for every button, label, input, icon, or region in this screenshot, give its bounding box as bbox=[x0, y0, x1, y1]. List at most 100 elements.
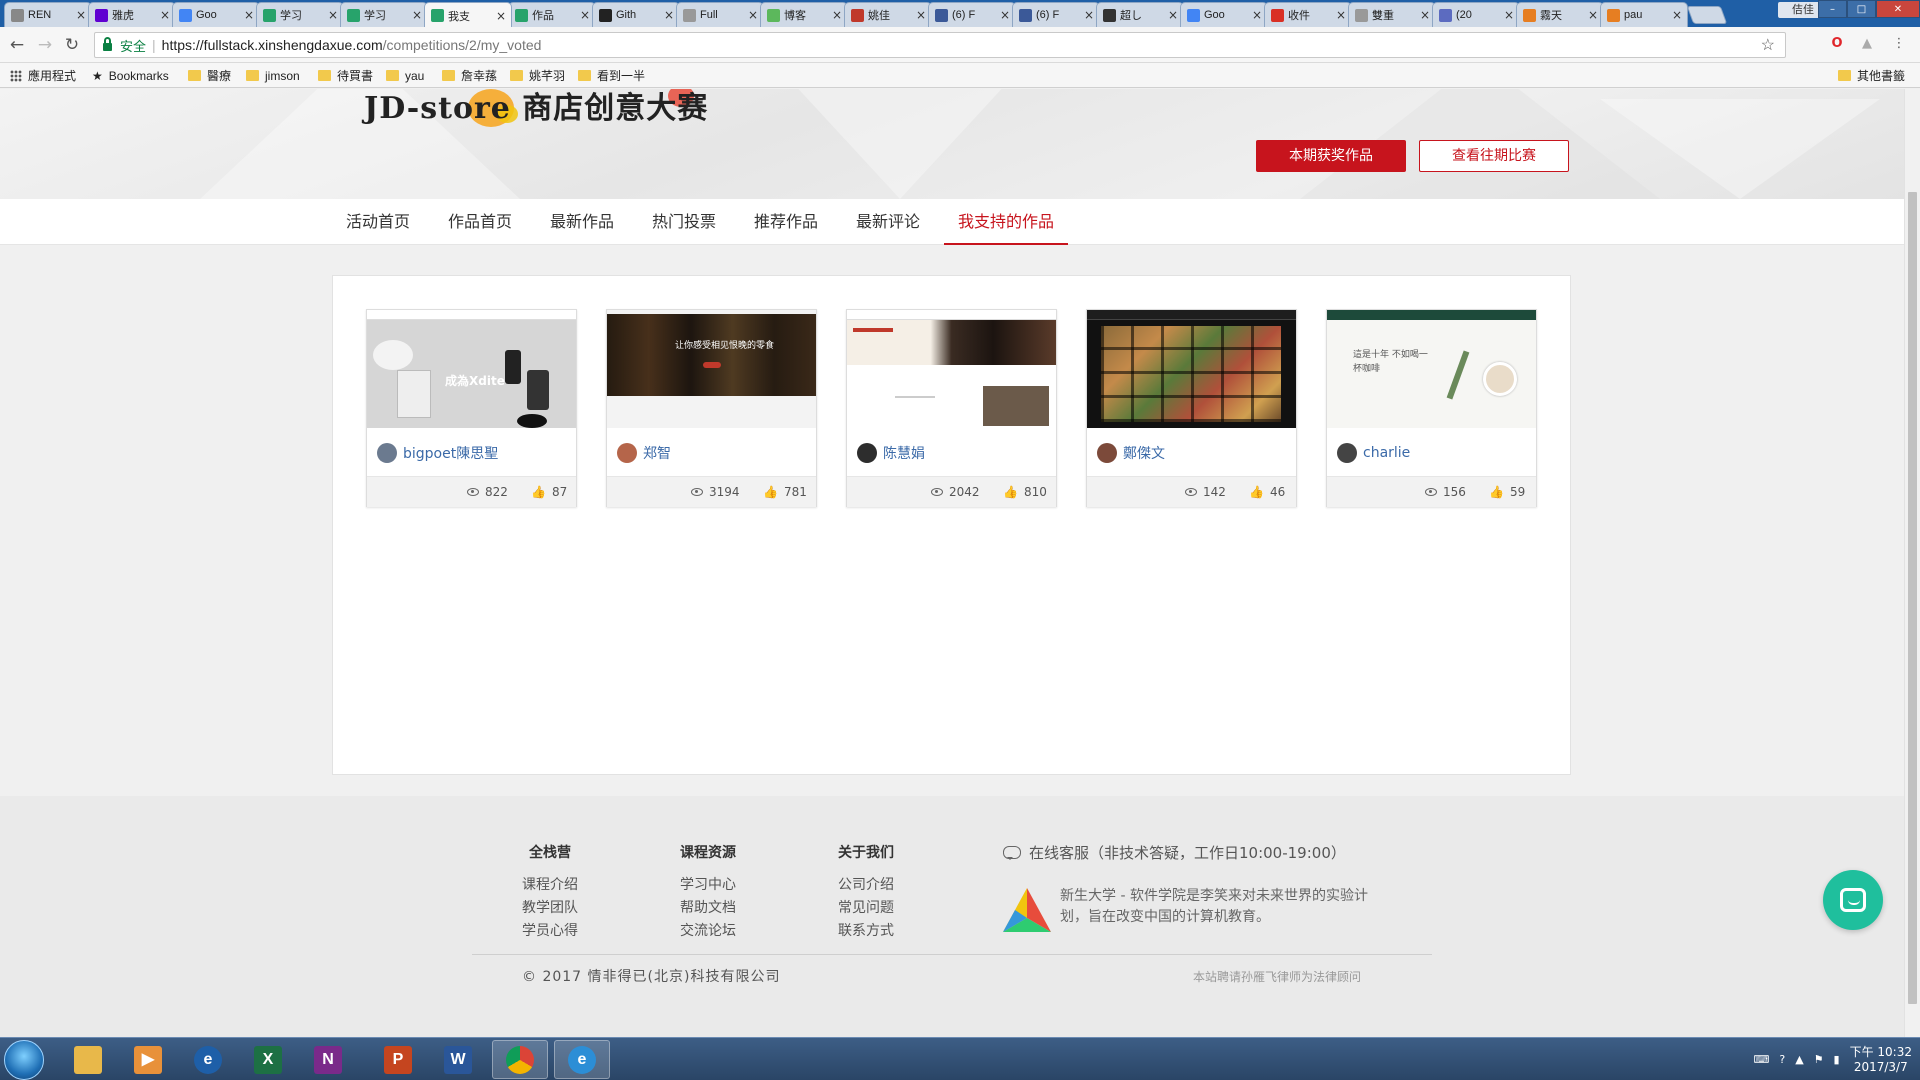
tab-latest-works[interactable]: 最新作品 bbox=[536, 199, 628, 245]
work-thumbnail[interactable]: 让你感受相见恨晚的零食 bbox=[607, 310, 816, 428]
work-thumbnail[interactable] bbox=[1087, 310, 1296, 428]
menu-icon[interactable]: ⋮ bbox=[1890, 35, 1908, 53]
extension-icon[interactable]: ▲ bbox=[1858, 35, 1876, 53]
tab-close-icon[interactable]: × bbox=[1503, 8, 1515, 22]
footer-link[interactable]: 常见问题 bbox=[806, 897, 926, 920]
bookmark-star-icon[interactable]: ☆ bbox=[1761, 35, 1775, 55]
browser-tab[interactable]: 霧天 × bbox=[1516, 2, 1604, 27]
tab-works-home[interactable]: 作品首页 bbox=[434, 199, 526, 245]
system-clock[interactable]: 下午 10:32 2017/3/7 bbox=[1850, 1045, 1912, 1075]
browser-tab[interactable]: 博客 × bbox=[760, 2, 848, 27]
work-thumbnail[interactable]: 這是十年 不如喝一杯咖啡 bbox=[1327, 310, 1536, 428]
tab-close-icon[interactable]: × bbox=[159, 8, 171, 22]
tab-close-icon[interactable]: × bbox=[1335, 8, 1347, 22]
tab-close-icon[interactable]: × bbox=[1251, 8, 1263, 22]
bookmark-folder-medical[interactable]: 醫療 bbox=[188, 67, 231, 84]
browser-tab[interactable]: 雙重 × bbox=[1348, 2, 1436, 27]
thumbs-up-icon[interactable]: 👍 bbox=[1489, 486, 1504, 498]
taskbar-powerpoint[interactable]: P bbox=[370, 1040, 426, 1079]
tab-close-icon[interactable]: × bbox=[999, 8, 1011, 22]
bookmark-folder-zhan[interactable]: 詹幸蓀 bbox=[442, 67, 497, 84]
bookmark-folder-yau[interactable]: yau bbox=[386, 67, 424, 84]
bookmark-folder-halfway[interactable]: 看到一半 bbox=[578, 67, 645, 84]
flag-icon[interactable]: ⚑ bbox=[1814, 1053, 1824, 1066]
tab-latest-comments[interactable]: 最新评论 bbox=[842, 199, 934, 245]
taskbar-word[interactable]: W bbox=[430, 1040, 486, 1079]
thumbs-up-icon[interactable]: 👍 bbox=[1249, 486, 1264, 498]
bookmark-other[interactable]: 其他書籤 bbox=[1838, 67, 1905, 84]
browser-tab[interactable]: pau × bbox=[1600, 2, 1688, 27]
browser-tab[interactable]: Goo × bbox=[172, 2, 260, 27]
browser-tab[interactable]: Gith × bbox=[592, 2, 680, 27]
browser-tab[interactable]: 学习 × bbox=[340, 2, 428, 27]
new-tab-button[interactable] bbox=[1686, 6, 1728, 24]
browser-tab[interactable]: 姚佳 × bbox=[844, 2, 932, 27]
bookmark-bookmarks[interactable]: ★ Bookmarks bbox=[92, 67, 169, 84]
browser-tab[interactable]: 超し × bbox=[1096, 2, 1184, 27]
online-service[interactable]: 在线客服（非技术答疑，工作日10:00-19:00） bbox=[1003, 842, 1346, 863]
award-works-button[interactable]: 本期获奖作品 bbox=[1256, 140, 1406, 172]
footer-link[interactable]: 公司介绍 bbox=[806, 874, 926, 897]
tab-close-icon[interactable]: × bbox=[579, 8, 591, 22]
browser-tab[interactable]: 学习 × bbox=[256, 2, 344, 27]
help-icon[interactable]: ? bbox=[1779, 1053, 1785, 1066]
tab-close-icon[interactable]: × bbox=[75, 8, 87, 22]
author-link[interactable]: 陈慧娟 bbox=[857, 443, 925, 463]
bookmark-apps[interactable]: 應用程式 bbox=[10, 67, 76, 84]
start-button[interactable] bbox=[4, 1040, 44, 1080]
work-thumbnail[interactable] bbox=[847, 310, 1056, 428]
keyboard-icon[interactable]: ⌨ bbox=[1753, 1053, 1769, 1066]
tab-close-icon[interactable]: × bbox=[1167, 8, 1179, 22]
browser-tab[interactable]: 雅虎 × bbox=[88, 2, 176, 27]
browser-tab[interactable]: 收件 × bbox=[1264, 2, 1352, 27]
tab-close-icon[interactable]: × bbox=[411, 8, 423, 22]
bookmark-folder-books[interactable]: 待買書 bbox=[318, 67, 373, 84]
browser-tab[interactable]: (20 × bbox=[1432, 2, 1520, 27]
footer-link[interactable]: 帮助文档 bbox=[648, 897, 768, 920]
tab-recommended[interactable]: 推荐作品 bbox=[740, 199, 832, 245]
work-card[interactable]: 這是十年 不如喝一杯咖啡 charlie 156 👍 59 bbox=[1326, 309, 1537, 507]
taskbar-edge[interactable]: e bbox=[180, 1040, 236, 1079]
tab-close-icon[interactable]: × bbox=[663, 8, 675, 22]
work-thumbnail[interactable]: 成為Xdite bbox=[367, 310, 576, 428]
thumbs-up-icon[interactable]: 👍 bbox=[531, 486, 546, 498]
footer-link[interactable]: 课程介绍 bbox=[490, 874, 610, 897]
author-link[interactable]: bigpoet陳思聖 bbox=[377, 443, 498, 463]
taskbar-chrome[interactable] bbox=[492, 1040, 548, 1079]
minimize-button[interactable]: – bbox=[1818, 0, 1847, 18]
opera-extension-icon[interactable]: O bbox=[1828, 35, 1846, 53]
work-card[interactable]: 鄭傑文 142 👍 46 bbox=[1086, 309, 1297, 507]
footer-link[interactable]: 学员心得 bbox=[490, 920, 610, 943]
work-card[interactable]: 陈慧娟 2042 👍 810 bbox=[846, 309, 1057, 507]
browser-tab[interactable]: REN × bbox=[4, 2, 92, 27]
legal-notice[interactable]: 本站聘请孙雁飞律师为法律顾问 bbox=[1193, 968, 1361, 985]
thumbs-up-icon[interactable]: 👍 bbox=[1003, 486, 1018, 498]
reload-icon[interactable]: ↻ bbox=[62, 35, 82, 55]
tab-close-icon[interactable]: × bbox=[1083, 8, 1095, 22]
tab-close-icon[interactable]: × bbox=[1671, 8, 1683, 22]
tab-my-voted[interactable]: 我支持的作品 bbox=[944, 199, 1069, 245]
thumbs-up-icon[interactable]: 👍 bbox=[763, 486, 778, 498]
taskbar-explorer[interactable] bbox=[60, 1040, 116, 1079]
browser-tab[interactable]: (6) F × bbox=[928, 2, 1016, 27]
maximize-button[interactable]: □ bbox=[1847, 0, 1876, 18]
browser-tab[interactable]: 作品 × bbox=[508, 2, 596, 27]
tab-close-icon[interactable]: × bbox=[1419, 8, 1431, 22]
taskbar-onenote[interactable]: N bbox=[300, 1040, 356, 1079]
browser-tab[interactable]: (6) F × bbox=[1012, 2, 1100, 27]
forward-icon[interactable]: → bbox=[35, 35, 55, 55]
jd-store-logo[interactable]: JD-store 商店创意大赛 bbox=[364, 89, 708, 127]
footer-link[interactable]: 教学团队 bbox=[490, 897, 610, 920]
tab-close-icon[interactable]: × bbox=[831, 8, 843, 22]
close-window-button[interactable]: ✕ bbox=[1876, 0, 1920, 18]
scrollbar-thumb[interactable] bbox=[1908, 192, 1917, 1004]
tab-activity-home[interactable]: 活动首页 bbox=[332, 199, 424, 245]
chat-widget-button[interactable] bbox=[1823, 870, 1883, 930]
tab-hot-votes[interactable]: 热门投票 bbox=[638, 199, 730, 245]
browser-tab[interactable]: Full × bbox=[676, 2, 764, 27]
browser-tab[interactable]: Goo × bbox=[1180, 2, 1268, 27]
taskbar-excel[interactable]: X bbox=[240, 1040, 296, 1079]
network-icon[interactable]: ▮ bbox=[1834, 1053, 1840, 1066]
author-link[interactable]: 郑智 bbox=[617, 443, 671, 463]
work-card[interactable]: 成為Xdite bigpoet陳思聖 822 👍 87 bbox=[366, 309, 577, 507]
